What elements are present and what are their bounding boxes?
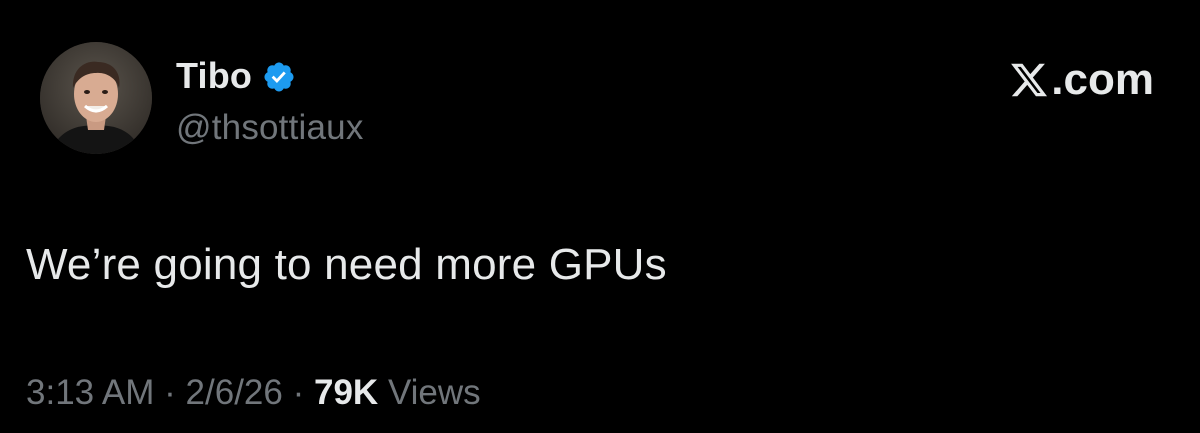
avatar[interactable] — [40, 42, 152, 154]
meta-separator: · — [292, 373, 305, 412]
tweet-meta: 3:13 AM · 2/6/26 · 79K Views — [26, 373, 481, 413]
views-count: 79K — [313, 373, 379, 412]
author-name-row: Tibo — [176, 54, 296, 98]
meta-separator: · — [164, 373, 176, 412]
brand-suffix: .com — [1051, 55, 1154, 104]
avatar-photo — [40, 42, 152, 154]
author-handle[interactable]: @thsottiaux — [176, 108, 364, 148]
views-label-wrap: Views — [387, 373, 481, 412]
tweet-text: We’re going to need more GPUs — [26, 240, 667, 289]
tweet-time[interactable]: 3:13 AM — [26, 373, 154, 413]
brand-watermark: .com — [1009, 58, 1154, 102]
tweet-card: Tibo @thsottiaux .com We’re going to nee… — [0, 0, 1200, 433]
tweet-date[interactable]: 2/6/26 — [186, 373, 283, 413]
verified-badge-icon[interactable] — [262, 60, 296, 94]
author-display-name[interactable]: Tibo — [176, 55, 252, 97]
x-logo-icon — [1009, 60, 1049, 100]
